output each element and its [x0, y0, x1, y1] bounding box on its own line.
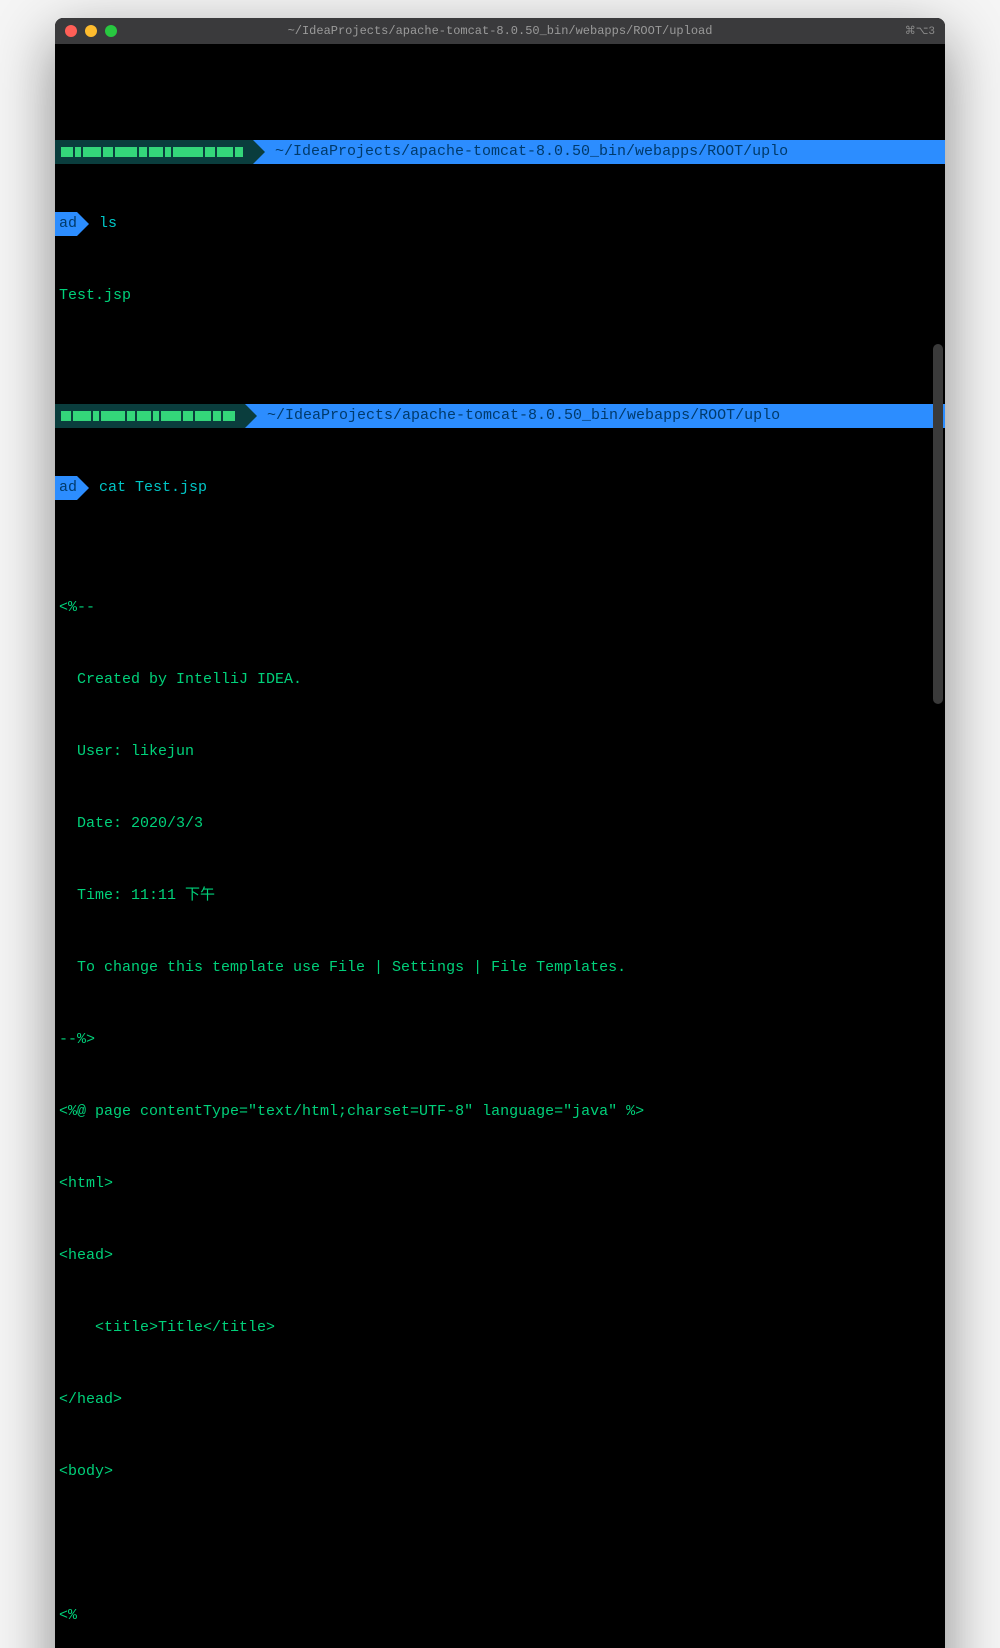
file-line: <body> — [55, 1460, 945, 1484]
terminal-body[interactable]: ~/IdeaProjects/apache-tomcat-8.0.50_bin/… — [55, 44, 945, 1648]
maximize-icon[interactable] — [105, 25, 117, 37]
file-line: --%> — [55, 1028, 945, 1052]
file-line: <head> — [55, 1244, 945, 1268]
close-icon[interactable] — [65, 25, 77, 37]
window-shortcut-hint: ⌘⌥3 — [905, 24, 935, 38]
redacted-user — [61, 411, 235, 421]
prompt-wrap-line: ad ls — [55, 212, 945, 236]
file-line: <title>Title</title> — [55, 1316, 945, 1340]
file-line — [55, 1532, 945, 1556]
terminal-window: ~/IdeaProjects/apache-tomcat-8.0.50_bin/… — [55, 18, 945, 1648]
prompt-path-wrap: ad — [55, 212, 77, 236]
prompt-path-segment: ~/IdeaProjects/apache-tomcat-8.0.50_bin/… — [245, 404, 945, 428]
file-line: </head> — [55, 1388, 945, 1412]
prompt-wrap-line: ad cat Test.jsp — [55, 476, 945, 500]
file-line: <%-- — [55, 596, 945, 620]
prompt-path-wrap: ad — [55, 476, 77, 500]
file-line: To change this template use File | Setti… — [55, 956, 945, 980]
file-line: Time: 11:11 下午 — [55, 884, 945, 908]
prompt-line: ~/IdeaProjects/apache-tomcat-8.0.50_bin/… — [55, 404, 945, 428]
scrollbar-thumb[interactable] — [933, 344, 943, 704]
prompt-user-segment — [55, 404, 245, 428]
file-line: Date: 2020/3/3 — [55, 812, 945, 836]
output-line: Test.jsp — [55, 284, 945, 308]
minimize-icon[interactable] — [85, 25, 97, 37]
prompt-user-segment — [55, 140, 253, 164]
file-line: <%@ page contentType="text/html;charset=… — [55, 1100, 945, 1124]
redacted-user — [61, 147, 243, 157]
prompt-path-segment: ~/IdeaProjects/apache-tomcat-8.0.50_bin/… — [253, 140, 945, 164]
file-line: <html> — [55, 1172, 945, 1196]
file-line: User: likejun — [55, 740, 945, 764]
window-title: ~/IdeaProjects/apache-tomcat-8.0.50_bin/… — [288, 24, 713, 38]
window-controls — [65, 25, 117, 37]
command-cat: cat Test.jsp — [77, 476, 207, 500]
file-line: <% — [55, 1604, 945, 1628]
prompt-line: ~/IdeaProjects/apache-tomcat-8.0.50_bin/… — [55, 140, 945, 164]
file-line: Created by IntelliJ IDEA. — [55, 668, 945, 692]
window-titlebar: ~/IdeaProjects/apache-tomcat-8.0.50_bin/… — [55, 18, 945, 44]
